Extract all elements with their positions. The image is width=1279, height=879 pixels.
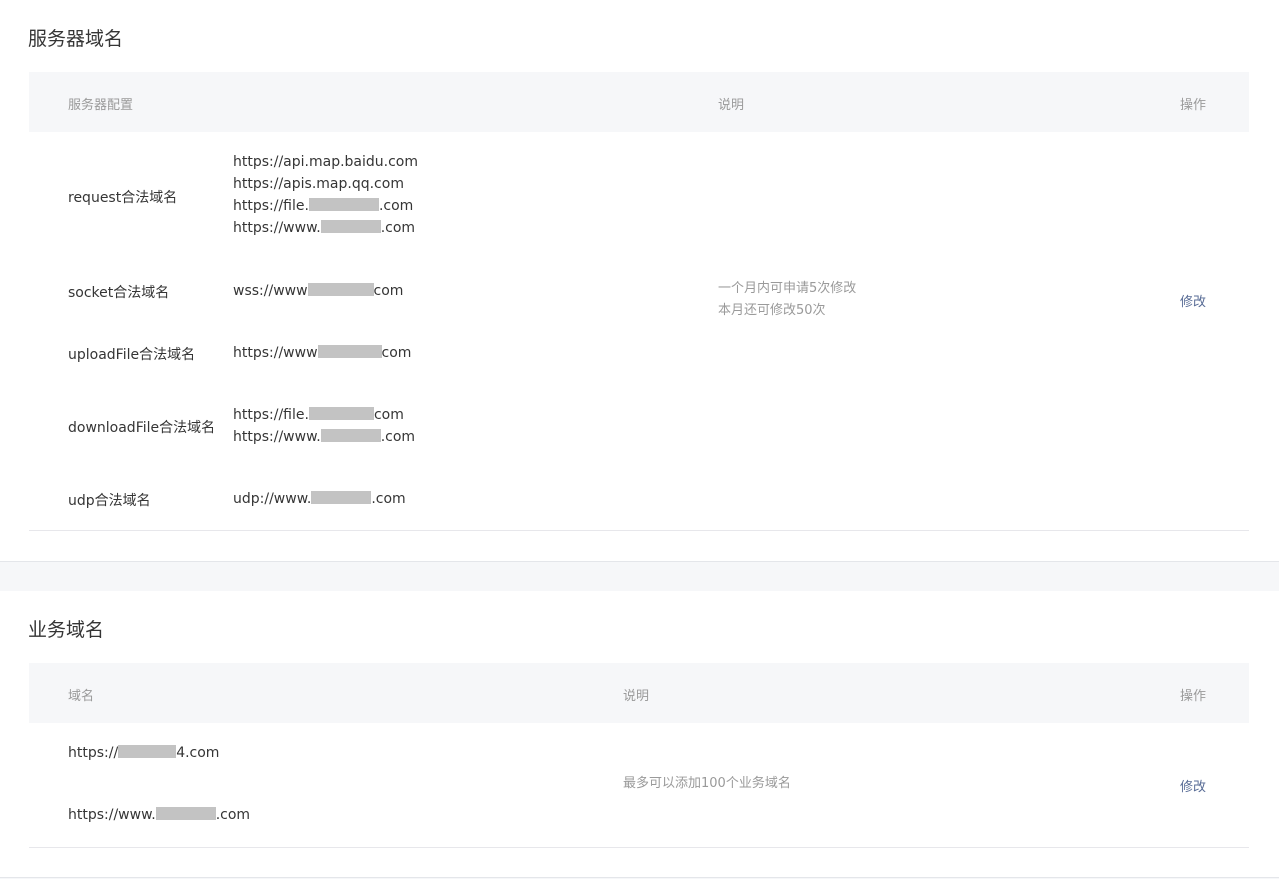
domain-item: https://www. .com — [233, 220, 416, 236]
header-action: 操作 — [1180, 98, 1207, 113]
redacted-text — [118, 745, 177, 758]
business-domain-table-header: 域名 说明 操作 — [29, 663, 1249, 723]
business-domain-edit-link[interactable]: 修改 — [1180, 776, 1206, 795]
redacted-text — [311, 491, 372, 504]
udp-domain-list: udp://www. .com — [233, 488, 406, 510]
business-domain-title: 业务域名 — [28, 619, 105, 641]
header-action: 操作 — [1180, 689, 1207, 704]
header-domain: 域名 — [68, 689, 95, 704]
business-domain-item: https://www. .com — [68, 807, 251, 823]
row-label-downloadfile: downloadFile合法域名 — [68, 420, 216, 436]
domain-item: https://api.map.baidu.com — [233, 154, 419, 170]
domain-item: wss://www com — [233, 283, 404, 299]
business-domain-panel: 业务域名 域名 说明 操作 https://4.com https://www.… — [0, 591, 1279, 878]
note-line: 一个月内可申请5次修改 — [718, 281, 857, 296]
row-label-socket: socket合法域名 — [68, 285, 170, 301]
header-note: 说明 — [623, 689, 650, 704]
row-label-request: request合法域名 — [68, 190, 178, 206]
socket-domain-list: wss://www com — [233, 280, 403, 302]
redacted-text — [308, 407, 374, 420]
uploadfile-domain-list: https://www com — [233, 342, 411, 364]
domain-item: https://file. com — [233, 407, 404, 423]
business-domain-note: 最多可以添加100个业务域名 — [623, 776, 791, 791]
divider — [29, 530, 1249, 531]
server-domain-edit-link[interactable]: 修改 — [1180, 291, 1206, 310]
redacted-text — [307, 283, 374, 296]
domain-item: https://www. .com — [233, 429, 416, 445]
divider — [29, 847, 1249, 848]
business-domain-item: https://4.com — [68, 745, 220, 761]
server-domain-title: 服务器域名 — [28, 28, 124, 50]
redacted-text — [155, 807, 216, 820]
redacted-text — [320, 220, 381, 233]
domain-item: https://www com — [233, 345, 412, 361]
redacted-text — [320, 429, 381, 442]
domain-item: https://apis.map.qq.com — [233, 176, 404, 192]
row-label-udp: udp合法域名 — [68, 493, 151, 509]
server-domain-panel: 服务器域名 服务器配置 说明 操作 request合法域名 https://ap… — [0, 0, 1279, 562]
domain-item: udp://www. .com — [233, 491, 406, 507]
request-domain-list: https://api.map.baidu.com https://apis.m… — [233, 151, 418, 239]
header-note: 说明 — [718, 98, 745, 113]
server-domain-note: 一个月内可申请5次修改 本月还可修改50次 — [718, 278, 856, 322]
row-label-uploadfile: uploadFile合法域名 — [68, 347, 196, 363]
header-config: 服务器配置 — [68, 98, 134, 113]
domain-item: https://file. .com — [233, 198, 414, 214]
redacted-text — [317, 345, 382, 358]
redacted-text — [308, 198, 379, 211]
downloadfile-domain-list: https://file. com https://www. .com — [233, 404, 415, 448]
server-domain-table-header: 服务器配置 说明 操作 — [29, 72, 1249, 132]
note-line: 本月还可修改50次 — [718, 303, 826, 318]
